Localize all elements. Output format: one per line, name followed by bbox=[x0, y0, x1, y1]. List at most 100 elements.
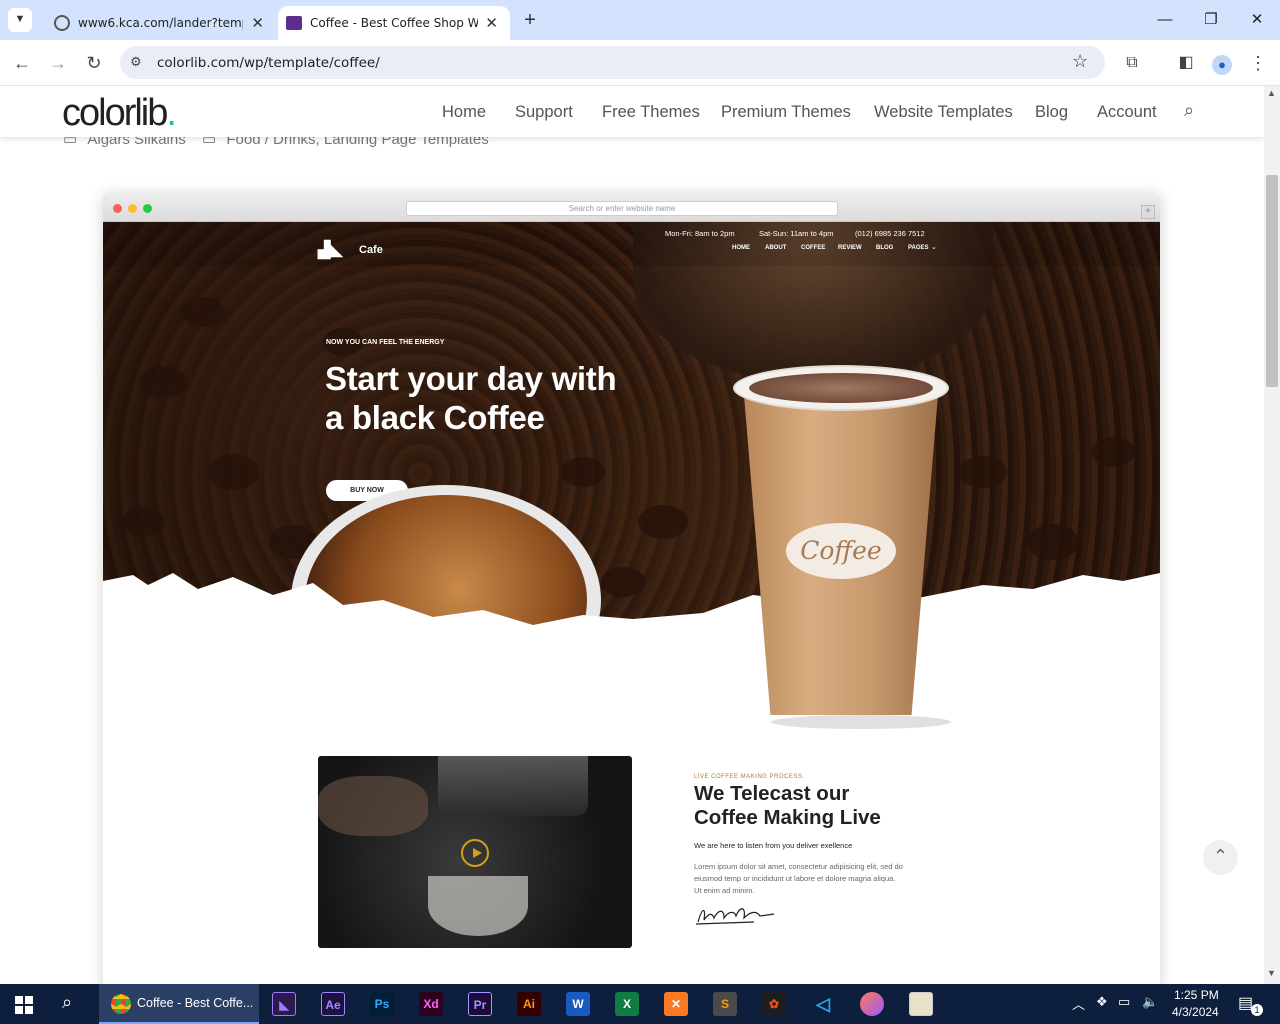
section-eyebrow: LIVE COFFEE MAKING PROCESS. bbox=[694, 774, 805, 780]
espresso-machine-shape bbox=[438, 756, 588, 816]
play-icon[interactable] bbox=[461, 839, 489, 867]
hours-weekend: Sat-Sun: 11am to 4pm bbox=[759, 229, 834, 238]
figma-icon[interactable]: ✿ bbox=[762, 992, 786, 1016]
section-title-line2: Coffee Making Live bbox=[694, 806, 881, 829]
logo-dot: . bbox=[166, 92, 176, 134]
reload-button[interactable]: ↻ bbox=[82, 51, 106, 75]
yellow-dot bbox=[128, 204, 137, 213]
mock-add-icon: + bbox=[1141, 205, 1155, 219]
red-dot bbox=[113, 204, 122, 213]
xd-icon[interactable]: Xd bbox=[419, 992, 443, 1016]
section-body-line3: Ut enim ad minim. bbox=[694, 886, 755, 895]
search-icon[interactable]: ⌕ bbox=[1184, 100, 1194, 121]
url-text[interactable]: colorlib.com/wp/template/coffee/ bbox=[157, 55, 380, 71]
mock-address-placeholder: Search or enter website name bbox=[568, 204, 676, 213]
tab-strip: ▼ www6.kca.com/lander?template ✕ Coffee … bbox=[0, 0, 1280, 40]
bookmark-star-icon[interactable]: ☆ bbox=[1072, 51, 1088, 72]
premiere-icon[interactable]: Pr bbox=[468, 992, 492, 1016]
clock-time[interactable]: 1:25 PM bbox=[1174, 988, 1219, 1002]
tab-coffee[interactable]: Coffee - Best Coffee Shop Website ✕ bbox=[278, 6, 510, 40]
template-preview: Search or enter website name + ▟◣ Cafe M… bbox=[103, 195, 1160, 984]
video-thumbnail[interactable] bbox=[318, 756, 632, 948]
clock-date[interactable]: 4/3/2024 bbox=[1172, 1005, 1219, 1019]
cafe-brand[interactable]: Cafe bbox=[359, 244, 383, 256]
back-button[interactable]: ← bbox=[10, 51, 34, 75]
tray-chevron-icon[interactable]: ︿ bbox=[1072, 994, 1085, 1013]
section-body-line1: Lorem ipsum dolor sit amet, consectetur … bbox=[694, 862, 903, 871]
xampp-icon[interactable]: ✕ bbox=[664, 992, 688, 1016]
paper-cup-image: Coffee bbox=[731, 365, 951, 735]
sublime-icon[interactable]: S bbox=[713, 992, 737, 1016]
phone-number: (012) 6985 236 7512 bbox=[855, 229, 925, 238]
close-tab-icon[interactable]: ✕ bbox=[485, 14, 498, 32]
new-tab-button[interactable]: + bbox=[516, 7, 544, 35]
windows-start-icon[interactable] bbox=[15, 996, 33, 1014]
preview-nav-review[interactable]: REVIEW bbox=[838, 245, 862, 251]
app-icon-purple[interactable]: ◣ bbox=[272, 992, 296, 1016]
browser-toolbar: ← → ↻ ⚙ colorlib.com/wp/template/coffee/… bbox=[0, 40, 1280, 86]
address-bar[interactable]: ⚙ colorlib.com/wp/template/coffee/ ☆ bbox=[120, 46, 1105, 79]
section-lead: We are here to listen from you deliver e… bbox=[694, 841, 853, 850]
menu-icon[interactable]: ⋮ bbox=[1246, 51, 1270, 75]
nav-support[interactable]: Support bbox=[515, 103, 573, 122]
mock-browser-bar: Search or enter website name + bbox=[103, 195, 1160, 222]
restore-button[interactable]: ❐ bbox=[1188, 8, 1234, 32]
hours-weekday: Mon-Fri: 8am to 2pm bbox=[665, 229, 735, 238]
hand-shape bbox=[318, 776, 428, 836]
nav-premium-themes[interactable]: Premium Themes bbox=[721, 103, 851, 122]
excel-icon[interactable]: X bbox=[615, 992, 639, 1016]
cup-coffee bbox=[749, 373, 933, 403]
page-viewport: ▭ Algars Silkains ▭ Food / Drinks, Landi… bbox=[0, 86, 1264, 984]
hero-headline-line2: a black Coffee bbox=[325, 399, 545, 436]
profile-icon[interactable]: ● bbox=[1210, 51, 1234, 75]
tab-search-button[interactable]: ▼ bbox=[8, 8, 32, 32]
signature-image bbox=[695, 908, 775, 925]
notification-count: 1 bbox=[1251, 1004, 1263, 1016]
nav-free-themes[interactable]: Free Themes bbox=[602, 103, 700, 122]
nav-account[interactable]: Account bbox=[1097, 103, 1157, 122]
hero-headline-line1: Start your day with bbox=[325, 360, 617, 397]
app-icon-gradient[interactable] bbox=[860, 992, 884, 1016]
app-icon-image[interactable] bbox=[909, 992, 933, 1016]
tab-title: www6.kca.com/lander?template bbox=[78, 16, 243, 30]
preview-nav-pages[interactable]: PAGES bbox=[908, 245, 929, 251]
close-window-button[interactable]: ✕ bbox=[1234, 8, 1280, 32]
illustrator-icon[interactable]: Ai bbox=[517, 992, 541, 1016]
site-info-icon[interactable]: ⚙ bbox=[130, 54, 142, 70]
scroll-down-icon[interactable]: ▼ bbox=[1267, 968, 1276, 978]
preview-nav-home[interactable]: HOME bbox=[732, 245, 750, 251]
nav-home[interactable]: Home bbox=[442, 103, 486, 122]
nav-blog[interactable]: Blog bbox=[1035, 103, 1068, 122]
cafe-logo-mark-icon: ▟◣ bbox=[318, 242, 343, 259]
forward-button[interactable]: → bbox=[46, 51, 70, 75]
minimize-button[interactable]: — bbox=[1142, 8, 1188, 32]
nav-website-templates[interactable]: Website Templates bbox=[874, 103, 1013, 122]
taskbar-chrome-active[interactable]: Coffee - Best Coffe... bbox=[99, 984, 259, 1024]
colorlib-logo[interactable]: colorlib. bbox=[62, 92, 177, 135]
preview-nav-blog[interactable]: BLOG bbox=[876, 245, 893, 251]
after-effects-icon[interactable]: Ae bbox=[321, 992, 345, 1016]
cup-label: Coffee bbox=[786, 523, 896, 579]
tab-kca[interactable]: www6.kca.com/lander?template ✕ bbox=[40, 6, 276, 40]
extensions-icon[interactable]: ⧉ bbox=[1120, 51, 1144, 75]
scroll-up-icon[interactable]: ▲ bbox=[1267, 88, 1276, 98]
photoshop-icon[interactable]: Ps bbox=[370, 992, 394, 1016]
network-icon[interactable]: ▭ bbox=[1118, 994, 1130, 1010]
cup-label-text: Coffee bbox=[800, 536, 882, 565]
preview-nav-about[interactable]: ABOUT bbox=[765, 245, 786, 251]
coffee-cup-shape bbox=[428, 876, 528, 936]
word-icon[interactable]: W bbox=[566, 992, 590, 1016]
taskbar-active-title: Coffee - Best Coffe... bbox=[137, 996, 254, 1010]
vscode-icon[interactable]: ◁ bbox=[811, 992, 835, 1016]
search-icon[interactable]: ⌕ bbox=[62, 992, 72, 1013]
tray-app-icon[interactable]: ❖ bbox=[1096, 994, 1108, 1010]
scroll-thumb[interactable] bbox=[1266, 175, 1278, 387]
mock-address-bar: Search or enter website name bbox=[406, 201, 838, 216]
volume-icon[interactable]: 🔈 bbox=[1142, 994, 1158, 1010]
back-to-top-button[interactable]: ⌃ bbox=[1203, 840, 1238, 875]
windows-taskbar: ⌕ Coffee - Best Coffe... ◣ Ae Ps Xd Pr A… bbox=[0, 984, 1280, 1024]
preview-nav-coffee[interactable]: COFFEE bbox=[801, 245, 825, 251]
close-tab-icon[interactable]: ✕ bbox=[251, 14, 264, 32]
side-panel-icon[interactable]: ◧ bbox=[1174, 51, 1198, 75]
section-body-line2: eiusmod temp or incididunt ut labore et … bbox=[694, 874, 896, 883]
